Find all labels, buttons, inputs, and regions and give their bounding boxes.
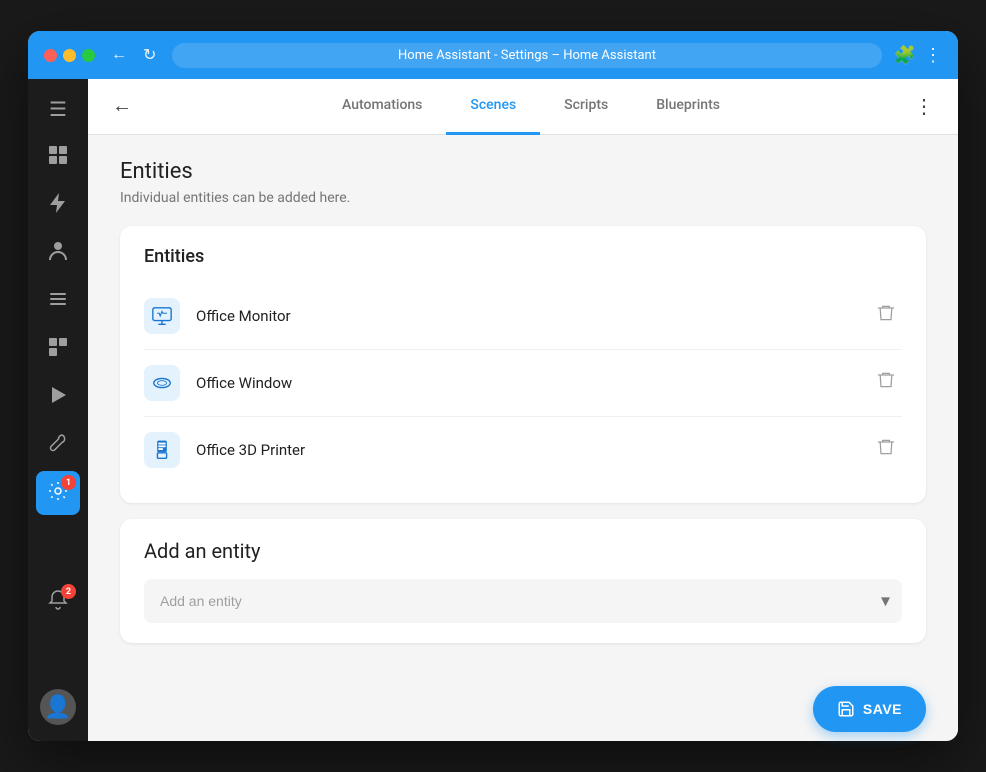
- nav-tabs: Automations Scenes Scripts Blueprints: [156, 79, 906, 135]
- traffic-lights: [44, 49, 95, 62]
- delete-office-3d-printer-button[interactable]: [870, 431, 902, 469]
- entities-description: Individual entities can be added here.: [120, 190, 926, 206]
- tools-icon: [48, 433, 68, 458]
- sidebar-item-tools[interactable]: [36, 423, 80, 467]
- list-icon: [48, 289, 68, 314]
- close-button[interactable]: [44, 49, 57, 62]
- play-icon: [48, 384, 68, 411]
- office-3d-printer-name: Office 3D Printer: [196, 441, 854, 459]
- add-entity-card: Add an entity Add an entity ▾: [120, 519, 926, 643]
- dashboard-icon: [47, 144, 69, 171]
- sidebar-item-energy[interactable]: [36, 183, 80, 227]
- page-content: Entities Individual entities can be adde…: [88, 135, 958, 741]
- sidebar-item-history[interactable]: [36, 327, 80, 371]
- main-content: ← Automations Scenes Scripts Blueprints …: [88, 79, 958, 741]
- add-entity-title: Add an entity: [144, 539, 902, 563]
- entities-heading: Entities: [120, 159, 926, 184]
- more-options-button[interactable]: ⋮: [906, 86, 942, 127]
- tab-blueprints[interactable]: Blueprints: [632, 79, 744, 135]
- notification-badge: 2: [61, 584, 76, 599]
- office-monitor-name: Office Monitor: [196, 307, 854, 325]
- browser-chrome: ← ↻ Home Assistant - Settings – Home Ass…: [28, 31, 958, 79]
- extensions-button[interactable]: 🧩: [894, 45, 916, 66]
- sidebar-item-notifications[interactable]: 2: [36, 580, 80, 624]
- sidebar-item-people[interactable]: [36, 231, 80, 275]
- history-icon: [47, 336, 69, 363]
- add-entity-select[interactable]: Add an entity: [144, 579, 902, 623]
- entities-card: Entities Office Monitor: [120, 226, 926, 503]
- minimize-button[interactable]: [63, 49, 76, 62]
- trash-icon: [876, 437, 896, 457]
- user-avatar[interactable]: 👤: [40, 689, 76, 725]
- tab-scenes[interactable]: Scenes: [446, 79, 540, 135]
- settings-badge: 1: [61, 475, 76, 490]
- office-3d-printer-icon: [144, 432, 180, 468]
- sidebar: ☰: [28, 79, 88, 741]
- trash-icon: [876, 303, 896, 323]
- person-icon: [48, 240, 68, 267]
- delete-office-window-button[interactable]: [870, 364, 902, 402]
- entity-row: Office Monitor: [144, 283, 902, 350]
- avatar-image: 👤: [44, 695, 71, 720]
- app-layout: ☰: [28, 79, 958, 741]
- top-nav: ← Automations Scenes Scripts Blueprints …: [88, 79, 958, 135]
- sidebar-item-settings[interactable]: 1: [36, 471, 80, 515]
- maximize-button[interactable]: [82, 49, 95, 62]
- energy-icon: [49, 192, 67, 219]
- entity-row: Office 3D Printer: [144, 417, 902, 483]
- refresh-button[interactable]: ↻: [139, 41, 160, 69]
- address-bar[interactable]: Home Assistant - Settings – Home Assista…: [172, 43, 881, 68]
- save-icon: [837, 700, 855, 718]
- sidebar-item-media[interactable]: [36, 375, 80, 419]
- menu-icon: ☰: [49, 97, 67, 121]
- browser-actions: 🧩 ⋮: [894, 45, 942, 66]
- office-monitor-icon: [144, 298, 180, 334]
- sidebar-item-logbook[interactable]: [36, 279, 80, 323]
- menu-button[interactable]: ⋮: [924, 45, 942, 66]
- entities-card-title: Entities: [144, 246, 902, 267]
- sidebar-item-dashboard[interactable]: [36, 135, 80, 179]
- back-button[interactable]: ←: [104, 87, 140, 126]
- tab-automations[interactable]: Automations: [318, 79, 446, 135]
- office-window-icon: [144, 365, 180, 401]
- delete-office-monitor-button[interactable]: [870, 297, 902, 335]
- office-window-name: Office Window: [196, 374, 854, 392]
- save-label: SAVE: [863, 701, 902, 717]
- entity-select-wrapper: Add an entity ▾: [144, 579, 902, 623]
- save-button[interactable]: SAVE: [813, 686, 926, 732]
- trash-icon: [876, 370, 896, 390]
- tab-scripts[interactable]: Scripts: [540, 79, 632, 135]
- sidebar-item-menu[interactable]: ☰: [36, 87, 80, 131]
- entity-list: Office Monitor: [144, 283, 902, 483]
- entity-row: Office Window: [144, 350, 902, 417]
- back-nav-button[interactable]: ←: [107, 42, 131, 68]
- browser-nav: ← ↻: [107, 41, 160, 69]
